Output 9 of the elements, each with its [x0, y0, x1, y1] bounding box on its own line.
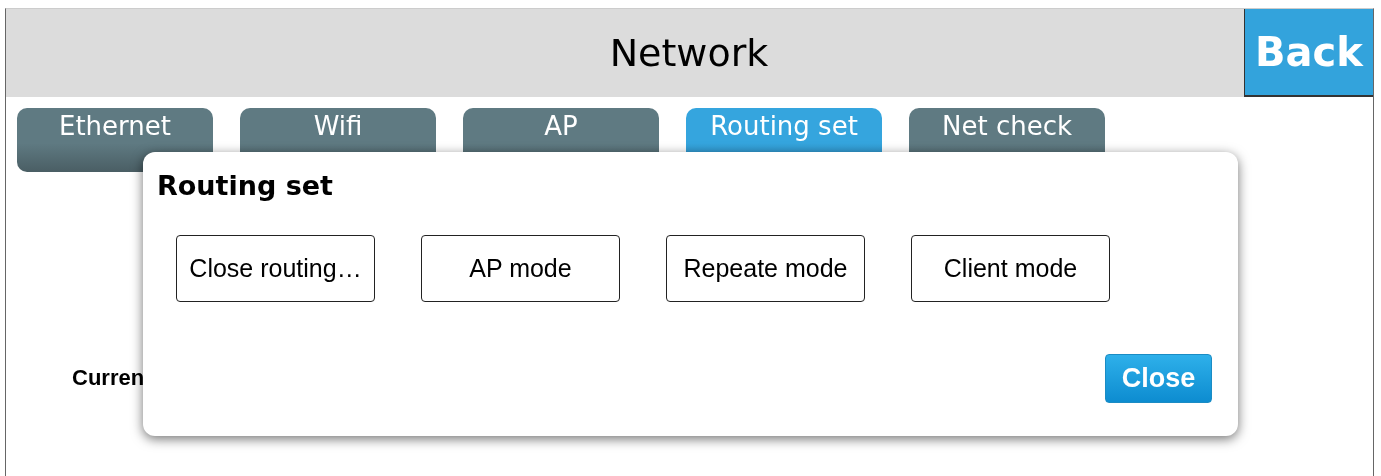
- field-label: Curren: [72, 365, 145, 391]
- mode-button[interactable]: Repeate mode: [666, 235, 865, 302]
- dialog-title: Routing set: [157, 170, 334, 201]
- mode-button[interactable]: Client mode: [911, 235, 1110, 302]
- mode-button[interactable]: AP mode: [421, 235, 620, 302]
- mode-button[interactable]: Close routing…: [176, 235, 375, 302]
- close-button[interactable]: Close: [1105, 354, 1212, 403]
- back-button[interactable]: Back: [1244, 9, 1373, 97]
- screen-title: Network: [609, 31, 769, 75]
